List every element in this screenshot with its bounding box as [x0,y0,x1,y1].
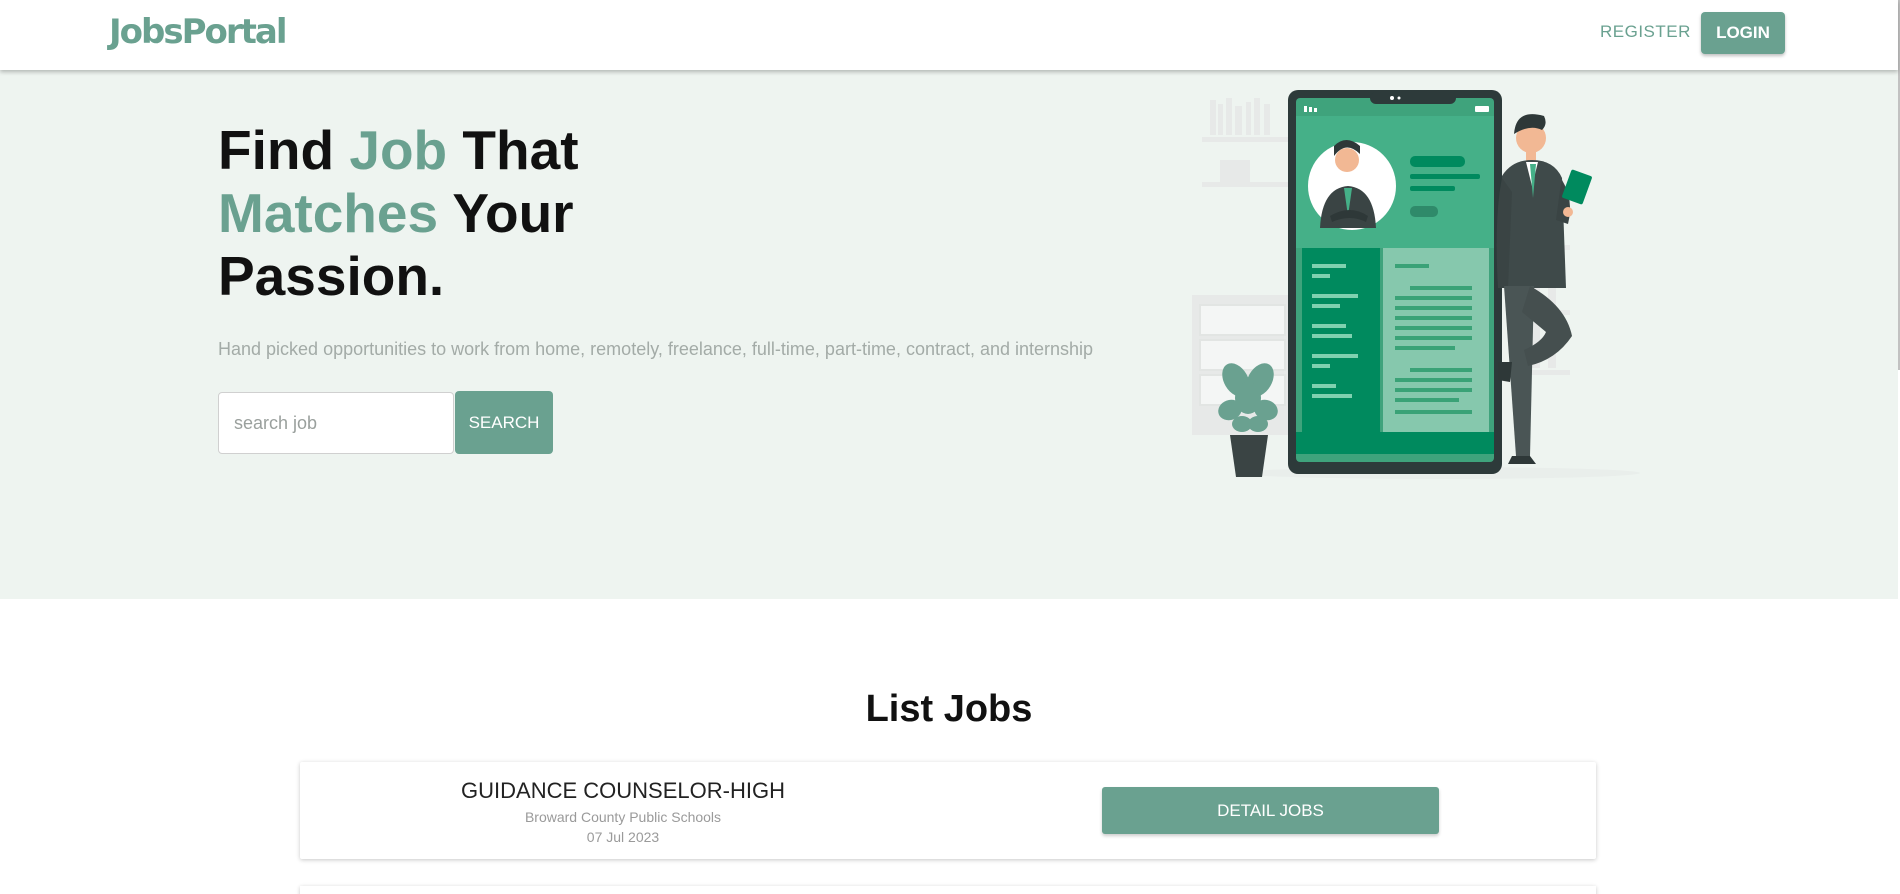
navbar: JobsPortal REGISTER LOGIN [0,0,1898,70]
register-link[interactable]: REGISTER [1600,22,1691,42]
job-card-partial [300,886,1596,894]
phone-icon [1288,90,1502,474]
job-title: GUIDANCE COUNSELOR-HIGH [461,778,785,803]
hero-title-accent-matches: Matches [218,182,439,244]
logo[interactable]: JobsPortal [109,12,287,52]
hero-title-accent-job: Job [349,119,448,181]
hero-subtitle: Hand picked opportunities to work from h… [218,339,1094,359]
search-input[interactable] [218,392,454,454]
job-company: Broward County Public Schools [524,809,722,825]
job-date: 07 Jul 2023 [586,829,660,845]
hero-title-part1: Find [218,119,350,181]
hero-title-part4: Passion. [218,245,445,307]
login-button[interactable]: LOGIN [1701,12,1785,54]
hero-title-part3: Your [438,182,574,244]
detail-jobs-button[interactable]: DETAIL JOBS [1102,787,1439,834]
hero-title: Find Job That Matches Your Passion. [218,119,579,308]
man-icon [1496,114,1592,464]
search-button[interactable]: SEARCH [455,391,553,454]
job-card: GUIDANCE COUNSELOR-HIGH Broward County P… [300,762,1596,859]
list-jobs-heading: List Jobs [865,688,1033,730]
man-with-phone-resume-illustration [1192,90,1640,479]
hero-title-part2: That [447,119,579,181]
